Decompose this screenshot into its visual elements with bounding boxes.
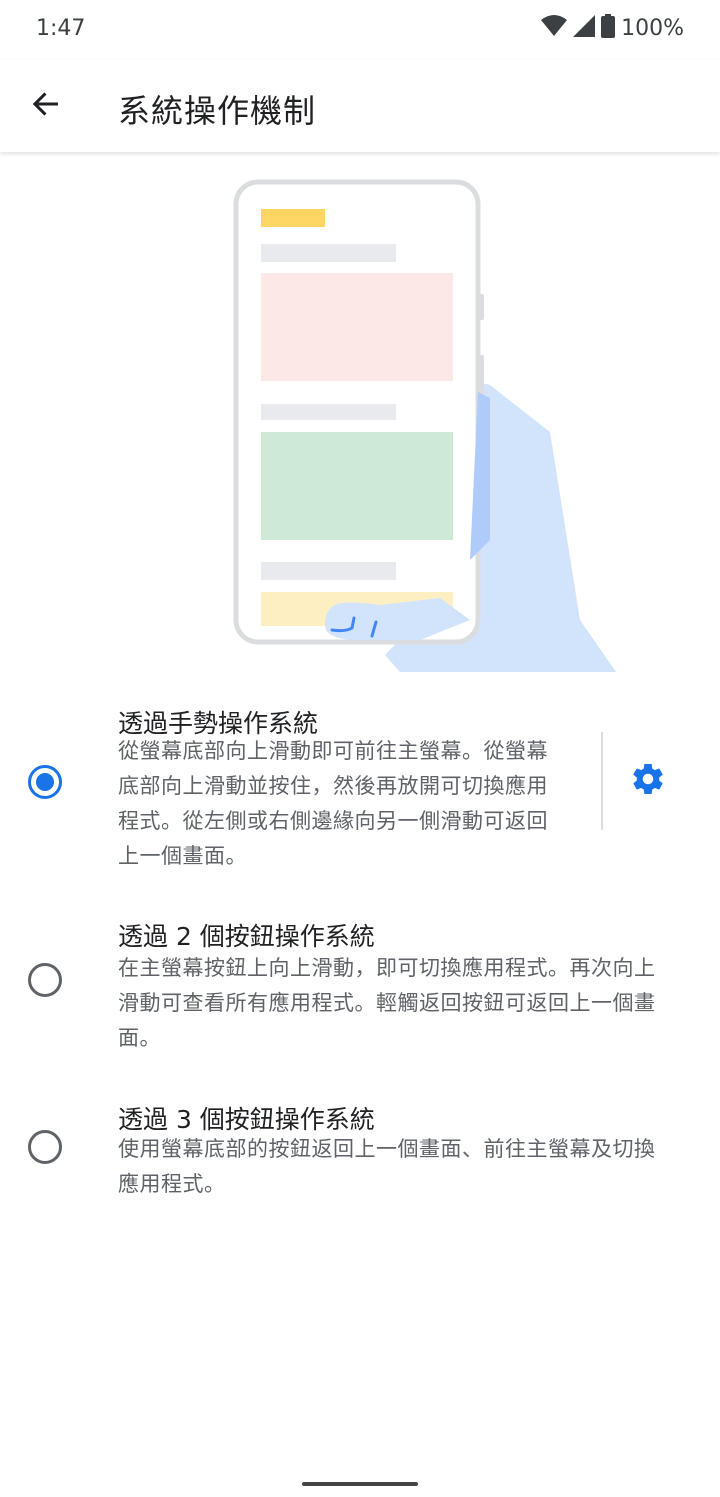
vertical-divider [601,732,603,830]
gesture-illustration [0,170,720,680]
description-line: 底部向上滑動並按住，然後再放開可切換應用 [118,774,548,798]
option-title: 透過 3 個按鈕操作系統 [118,1105,375,1134]
option-description: 在主螢幕按鈕上向上滑動，即可切換應用程式。再次向上 滑動可查看所有應用程式。輕觸… [118,951,693,1056]
radio-gesture-navigation[interactable] [28,765,62,799]
battery-icon [601,14,616,42]
option-description: 使用螢幕底部的按鈕返回上一個畫面、前往主螢幕及切換 應用程式。 [118,1132,693,1202]
description-line: 從螢幕底部向上滑動即可前往主螢幕。從螢幕 [118,739,548,763]
description-line: 程式。從左側或右側邊緣向另一側滑動可返回 [118,809,548,833]
status-icons: 100% [541,14,684,42]
option-2-button-navigation[interactable]: 透過 2 個按鈕操作系統 在主螢幕按鈕上向上滑動，即可切換應用程式。再次向上 滑… [0,905,720,1055]
option-gesture-navigation[interactable]: 透過手勢操作系統 從螢幕底部向上滑動即可前往主螢幕。從螢幕 底部向上滑動並按住，… [0,690,720,870]
status-time: 1:47 [36,16,86,41]
battery-percentage: 100% [621,15,684,41]
app-bar: 系統操作機制 [0,60,720,152]
option-description: 從螢幕底部向上滑動即可前往主螢幕。從螢幕 底部向上滑動並按住，然後再放開可切換應… [118,734,588,874]
description-line: 使用螢幕底部的按鈕返回上一個畫面、前往主螢幕及切換 [118,1137,656,1161]
description-line: 上一個畫面。 [118,844,247,868]
page-title: 系統操作機制 [118,92,317,130]
status-bar: 1:47 100% [0,0,720,60]
system-navigation-screen: 1:47 100% 系統操作機制 透過手勢操作系統 從螢幕底部向上滑動即可前往主… [0,0,720,1497]
cell-signal-icon [573,15,596,41]
description-line: 應用程式。 [118,1172,226,1196]
back-button[interactable] [22,82,70,130]
arrow-back-icon [30,88,62,124]
wifi-icon [541,15,568,41]
gesture-settings-button[interactable] [624,757,672,805]
description-line: 面。 [118,1026,161,1050]
radio-2-button-navigation[interactable] [28,963,62,997]
gesture-navigation-handle[interactable] [302,1482,418,1486]
gear-icon [630,761,666,801]
description-line: 滑動可查看所有應用程式。輕觸返回按鈕可返回上一個畫 [118,991,656,1015]
option-3-button-navigation[interactable]: 透過 3 個按鈕操作系統 使用螢幕底部的按鈕返回上一個畫面、前往主螢幕及切換 應… [0,1088,720,1208]
radio-3-button-navigation[interactable] [28,1130,62,1164]
description-line: 在主螢幕按鈕上向上滑動，即可切換應用程式。再次向上 [118,956,656,980]
option-title: 透過 2 個按鈕操作系統 [118,922,375,951]
